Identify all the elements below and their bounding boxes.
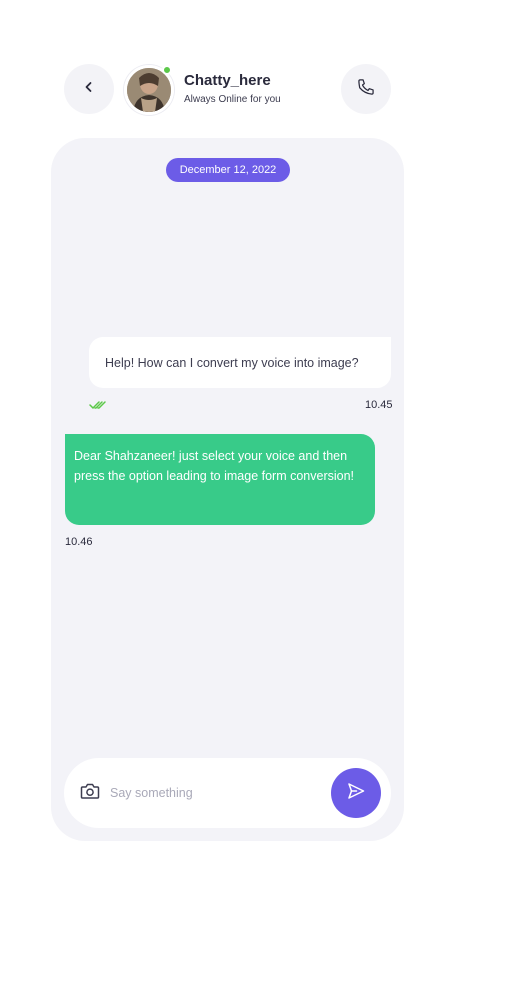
- send-icon: [346, 781, 366, 806]
- chevron-left-icon: [82, 80, 96, 99]
- phone-icon: [356, 77, 376, 102]
- online-status-indicator: [162, 65, 172, 75]
- message-text: Dear Shahzaneer! just select your voice …: [74, 449, 355, 483]
- double-check-icon: [89, 398, 107, 410]
- message-input[interactable]: [110, 782, 320, 804]
- message-text: Help! How can I convert my voice into im…: [105, 355, 359, 370]
- camera-button[interactable]: [78, 782, 102, 804]
- contact-status: Always Online for you: [184, 94, 281, 105]
- camera-icon: [80, 782, 100, 805]
- call-button[interactable]: [341, 64, 391, 114]
- message-time: 10.46: [65, 536, 93, 548]
- outgoing-message[interactable]: Help! How can I convert my voice into im…: [89, 337, 391, 388]
- incoming-message[interactable]: Dear Shahzaneer! just select your voice …: [65, 434, 375, 525]
- back-button[interactable]: [64, 64, 114, 114]
- contact-name: Chatty_here: [184, 72, 271, 89]
- contact-avatar-container[interactable]: [124, 65, 174, 115]
- chat-screen: Chatty_here Always Online for you Decemb…: [0, 0, 508, 1006]
- send-button[interactable]: [331, 768, 381, 818]
- date-separator: December 12, 2022: [166, 158, 290, 182]
- message-time: 10.45: [365, 399, 393, 411]
